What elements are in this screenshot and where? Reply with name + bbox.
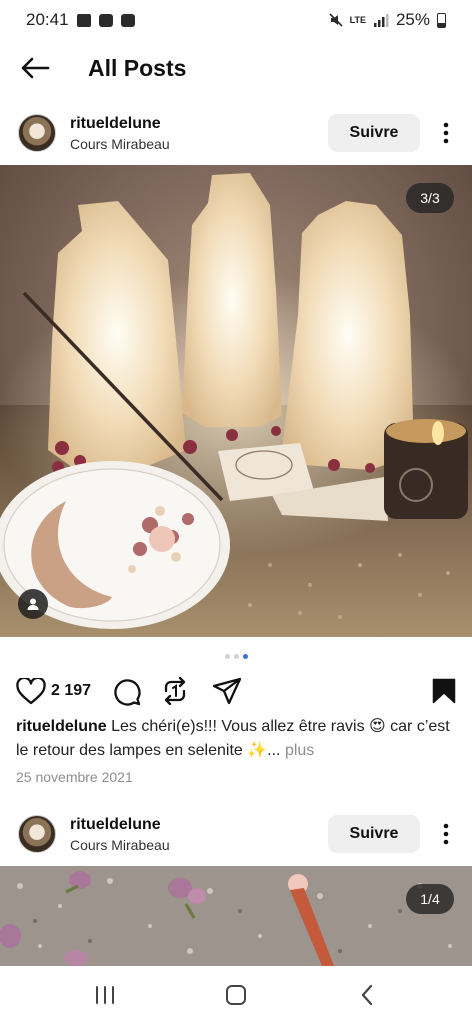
post-header: ritueldelune Cours Mirabeau Suivre [0, 802, 472, 866]
post-username[interactable]: ritueldelune [70, 816, 170, 834]
app-notification-icon [120, 13, 135, 27]
heart-icon [16, 677, 46, 704]
carousel-dot-active [242, 653, 248, 659]
candle-jar [384, 419, 468, 519]
repost-icon [164, 677, 186, 705]
battery-percent: 25% [395, 10, 430, 29]
user-tag-icon [27, 598, 39, 610]
post-photo [0, 866, 472, 966]
network-type: LTE [349, 14, 366, 25]
nav-back-button[interactable] [327, 970, 407, 1020]
follow-button[interactable]: Suivre [328, 815, 420, 853]
bookmark-icon [432, 678, 456, 704]
post-date: 25 novembre 2021 [16, 769, 133, 785]
post-actions: 2 197 [0, 670, 472, 712]
page-title: All Posts [88, 54, 187, 81]
gallery-notification-icon [76, 13, 91, 27]
save-button[interactable] [432, 678, 456, 704]
calendar-notification-icon [98, 13, 113, 27]
repost-button[interactable] [162, 677, 188, 705]
more-vertical-icon [443, 122, 449, 144]
user-tag-button[interactable] [18, 589, 48, 619]
home-icon [225, 985, 246, 1005]
status-bar: 20:41 LTE 25% [0, 0, 472, 40]
more-vertical-icon [443, 823, 449, 845]
post-caption: ritueldelune Les chéri(e)s!!! Vous allez… [16, 715, 456, 763]
media-counter: 1/4 [406, 884, 454, 914]
battery-icon [437, 12, 446, 28]
follow-button[interactable]: Suivre [328, 114, 420, 152]
share-button[interactable] [212, 677, 242, 705]
comment-icon [114, 678, 141, 706]
post-location[interactable]: Cours Mirabeau [70, 136, 170, 152]
app-header: All Posts [0, 40, 472, 96]
recent-apps-button[interactable] [65, 970, 145, 1020]
carousel-dot [224, 653, 230, 659]
post-user-meta: ritueldelune Cours Mirabeau [70, 115, 170, 152]
post-photo [0, 165, 472, 637]
caption-username[interactable]: ritueldelune [16, 718, 107, 735]
avatar[interactable] [18, 815, 56, 853]
home-button[interactable] [196, 970, 276, 1020]
caption-more-link[interactable]: plus [281, 742, 314, 759]
post-username[interactable]: ritueldelune [70, 115, 170, 133]
post-media[interactable]: 3/3 [0, 165, 472, 637]
nav-back-icon [361, 984, 372, 1006]
recent-apps-icon [96, 986, 115, 1004]
signal-icon [373, 14, 389, 27]
carousel-dot [233, 653, 239, 659]
like-count[interactable]: 2 197 [51, 682, 91, 700]
mute-icon [329, 13, 343, 27]
back-arrow-icon [21, 57, 50, 79]
post-location[interactable]: Cours Mirabeau [70, 837, 170, 853]
more-options-button[interactable] [420, 815, 472, 853]
share-icon [212, 677, 242, 705]
carousel-indicator [0, 651, 472, 661]
post-media[interactable]: 1/4 [0, 866, 472, 966]
status-time: 20:41 [26, 10, 69, 29]
back-button[interactable] [0, 40, 70, 96]
system-nav-bar [0, 966, 472, 1024]
post-user-meta: ritueldelune Cours Mirabeau [70, 816, 170, 853]
post-header: ritueldelune Cours Mirabeau Suivre [0, 101, 472, 165]
media-counter: 3/3 [406, 183, 454, 213]
avatar[interactable] [18, 114, 56, 152]
comment-button[interactable] [112, 677, 141, 706]
more-options-button[interactable] [420, 114, 472, 152]
like-button[interactable]: 2 197 [16, 677, 91, 705]
